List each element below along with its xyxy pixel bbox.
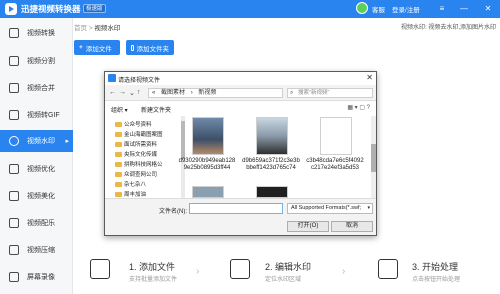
sidebar-item-video-split[interactable]: 视频分割 [0, 50, 73, 72]
organize-menu[interactable]: 组织 ▾ [111, 105, 128, 114]
convert-icon [9, 28, 19, 38]
sidebar: 视频转换 视频分割 视频合并 视频转GIF 视频水印 视频优化 视频美化 视频配… [0, 18, 73, 294]
file-thumbnail[interactable] [320, 117, 352, 155]
compress-icon [9, 245, 19, 255]
merge-icon [9, 83, 19, 93]
file-thumbnail[interactable] [192, 186, 224, 198]
view-options-icon[interactable]: ▦ ▾ ▢ ? [347, 104, 370, 111]
app-title: 迅捷视频转换器 [21, 4, 81, 14]
cancel-button[interactable]: 取消 [331, 221, 373, 232]
steps-guide: 1. 添加文件 支持批量添加文件 › 2. 编辑水印 定位水印区域 › 3. 开… [74, 250, 500, 294]
sidebar-item-video-merge[interactable]: 视频合并 [0, 77, 73, 99]
arrow-right-icon: › [342, 266, 346, 277]
back-icon[interactable]: ← [109, 89, 116, 96]
app-logo-icon [5, 3, 17, 15]
minimize-button[interactable]: — [458, 2, 470, 15]
add-file-button[interactable]: + 添加文件 [74, 40, 120, 55]
title-bar: 迅捷视频转换器 极速版 客服 登录/注册 ≡ — ✕ [0, 0, 500, 18]
path-segment[interactable]: 截图素材 [161, 90, 185, 96]
step-title: 2. 编辑水印 [265, 262, 312, 272]
dialog-close-icon[interactable]: ✕ [366, 73, 373, 82]
close-button[interactable]: ✕ [482, 2, 494, 15]
new-folder-button[interactable]: 新建文件夹 [141, 105, 171, 114]
breadcrumb: 首页 > 视频水印 [74, 25, 121, 32]
screen-record-icon [9, 272, 19, 282]
tree-folder[interactable]: 杂七杂八 [115, 180, 146, 188]
sidebar-item-video-gif[interactable]: 视频转GIF [0, 104, 73, 126]
file-name[interactable]: d930290b949eab1289e25b0895d3ff44 [177, 158, 237, 172]
optimize-icon [9, 164, 19, 174]
sidebar-item-screen-record[interactable]: 屏幕录像 [0, 266, 73, 288]
path-segment[interactable]: 新视频 [198, 90, 216, 96]
breadcrumb-current: 视频水印 [94, 25, 121, 32]
chevron-down-icon: ▾ [367, 205, 370, 211]
file-list-scroll-thumb[interactable] [371, 144, 376, 172]
tree-folder[interactable]: 面试所需资料 [115, 140, 157, 148]
open-button[interactable]: 打开(O) [287, 221, 329, 232]
menu-button[interactable]: ≡ [436, 2, 448, 15]
sidebar-item-video-music[interactable]: 视频配乐 [0, 212, 73, 234]
music-icon [9, 218, 19, 228]
beautify-icon [9, 191, 19, 201]
file-list-scrollbar[interactable] [371, 116, 376, 198]
up-icon[interactable]: ↑ [137, 89, 141, 96]
sidebar-item-video-convert[interactable]: 视频转换 [0, 22, 73, 44]
forward-icon[interactable]: → [119, 89, 126, 96]
add-file-step-icon [90, 259, 110, 279]
open-file-dialog: 请选择视频文件 ✕ ← → ⌄ ↑ « 截图素材 › 新视频 ⌕ 搜索"新视频"… [104, 71, 377, 236]
tree-folder[interactable]: 金山海霸图案图 [115, 130, 163, 138]
feature-description: 视频水印: 视频去水印,添加图片水印 [400, 25, 496, 31]
step-subtitle: 定位水印区域 [265, 277, 302, 283]
file-thumbnail[interactable] [256, 186, 288, 198]
filename-input[interactable] [189, 203, 283, 214]
step-title: 1. 添加文件 [129, 262, 176, 272]
dialog-app-icon [108, 74, 116, 82]
step-subtitle: 支持批量添加文件 [129, 277, 178, 283]
start-process-step-icon [378, 259, 398, 279]
plus-icon: + [79, 44, 83, 51]
app-edition-badge: 极速版 [83, 4, 106, 13]
sidebar-item-video-compress[interactable]: 视频压缩 [0, 239, 73, 261]
filetype-select[interactable]: All Supported Formats(*.swf; ▾ [287, 203, 373, 214]
search-input[interactable]: ⌕ 搜索"新视频" [287, 88, 373, 98]
filename-label: 文件名(N): [159, 209, 187, 215]
tree-folder[interactable]: 众调查网公司 [115, 170, 157, 178]
folder-tree: 公众号资料 金山海霸图案图 面试所需资料 央际文化传媒 拼购科技网格公 众调查网… [105, 116, 180, 198]
sidebar-item-video-optimize[interactable]: 视频优化 [0, 158, 73, 180]
command-bar: 组织 ▾ 新建文件夹 ▦ ▾ ▢ ? [105, 101, 376, 115]
sidebar-item-video-beautify[interactable]: 视频美化 [0, 185, 73, 207]
edit-watermark-step-icon [230, 259, 250, 279]
file-name[interactable]: d9b659ac371f2c3e3bbbeff1423d765c74 [241, 158, 301, 172]
recent-dropdown-icon[interactable]: ⌄ [129, 89, 135, 97]
tree-folder[interactable]: 央际文化传媒 [115, 150, 157, 158]
login-link[interactable]: 登录/注册 [392, 4, 420, 14]
tree-scrollbar[interactable] [181, 116, 185, 198]
tree-folder[interactable]: 周丰加油 [115, 190, 146, 198]
add-folder-button[interactable]: 添加文件夹 [126, 40, 174, 55]
step-subtitle: 点击按钮开始处理 [412, 277, 461, 283]
sidebar-item-video-watermark[interactable]: 视频水印 [0, 130, 73, 152]
user-avatar-icon[interactable] [356, 2, 368, 14]
file-name[interactable]: c3b48cda7e6c5f4092c217e24ef3a5d53 [305, 158, 365, 172]
breadcrumb-home[interactable]: 首页 [74, 25, 87, 32]
file-thumbnail[interactable] [192, 117, 224, 155]
step-title: 3. 开始处理 [412, 262, 459, 272]
split-icon [9, 56, 19, 66]
arrow-right-icon: › [196, 266, 200, 277]
dialog-title: 请选择视频文件 [118, 78, 161, 84]
tree-scroll-thumb[interactable] [181, 121, 185, 159]
file-thumbnail[interactable] [256, 117, 288, 155]
path-field[interactable]: « 截图素材 › 新视频 [148, 88, 283, 98]
folder-icon [131, 44, 134, 51]
gif-icon [9, 110, 19, 120]
support-link[interactable]: 客服 [372, 4, 385, 14]
tree-folder[interactable]: 公众号资料 [115, 120, 152, 128]
dialog-footer: 文件名(N): All Supported Formats(*.swf; ▾ 打… [105, 198, 376, 235]
search-icon: ⌕ [290, 90, 294, 96]
watermark-icon [9, 136, 19, 146]
dialog-title-bar: 请选择视频文件 ✕ [105, 72, 376, 85]
address-bar: ← → ⌄ ↑ « 截图素材 › 新视频 ⌕ 搜索"新视频" [105, 85, 376, 101]
tree-folder[interactable]: 拼购科技网格公 [115, 160, 163, 168]
